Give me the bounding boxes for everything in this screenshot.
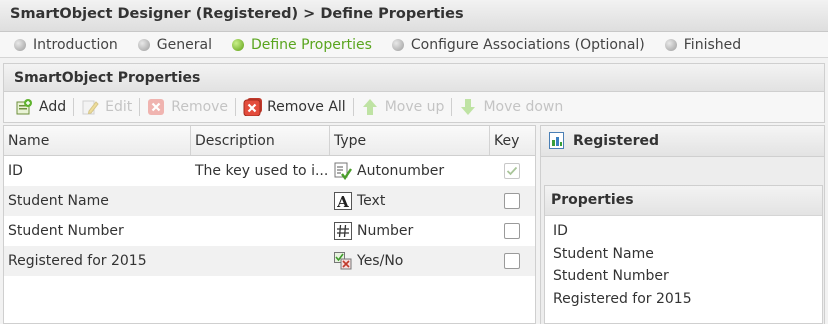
number-type-icon bbox=[334, 222, 352, 240]
cell-type: Number bbox=[330, 222, 490, 240]
step-define-properties[interactable]: Define Properties bbox=[231, 37, 372, 53]
cell-type: A Text bbox=[330, 192, 490, 210]
grid-header: Name Description Type Key bbox=[4, 126, 535, 156]
table-row[interactable]: Student Number Number bbox=[4, 216, 535, 246]
arrow-down-icon bbox=[459, 98, 477, 116]
cell-name: Registered for 2015 bbox=[8, 253, 147, 269]
properties-panel-title: Properties bbox=[545, 186, 822, 216]
wizard-steps: Introduction General Define Properties C… bbox=[0, 32, 828, 58]
side-panel-gap bbox=[540, 157, 825, 182]
step-status-icon bbox=[664, 38, 677, 51]
list-item: ID bbox=[553, 223, 568, 239]
svg-text:A: A bbox=[336, 193, 349, 210]
key-checkbox[interactable] bbox=[504, 253, 520, 269]
wizard-title: SmartObject Designer (Registered) > Defi… bbox=[0, 0, 828, 32]
cell-key bbox=[490, 193, 535, 209]
column-header-key[interactable]: Key bbox=[490, 126, 535, 155]
step-finished[interactable]: Finished bbox=[664, 37, 741, 53]
toolbar-separator bbox=[73, 98, 75, 116]
autonumber-icon bbox=[334, 162, 352, 180]
step-configure-associations[interactable]: Configure Associations (Optional) bbox=[391, 37, 645, 53]
panel-title: SmartObject Properties bbox=[3, 63, 825, 91]
cell-type: Autonumber bbox=[330, 162, 490, 180]
step-introduction[interactable]: Introduction bbox=[14, 37, 118, 53]
remove-all-button[interactable]: Remove All bbox=[238, 98, 351, 117]
step-status-icon bbox=[231, 38, 244, 51]
key-checkbox[interactable] bbox=[504, 223, 520, 239]
add-button[interactable]: Add bbox=[10, 98, 71, 116]
cell-description: The key used to i... bbox=[195, 163, 329, 179]
remove-all-icon bbox=[243, 98, 263, 117]
cell-type: Yes/No bbox=[330, 252, 490, 270]
remove-icon bbox=[147, 98, 165, 116]
edit-icon bbox=[81, 98, 99, 116]
step-general[interactable]: General bbox=[137, 37, 212, 53]
properties-grid: Name Description Type Key ID The key use… bbox=[3, 125, 536, 324]
cell-key bbox=[490, 163, 535, 179]
step-status-icon bbox=[137, 38, 150, 51]
list-item: Registered for 2015 bbox=[553, 290, 692, 307]
cell-key bbox=[490, 223, 535, 239]
toolbar-separator bbox=[235, 98, 237, 116]
smartobject-title: Registered bbox=[573, 133, 660, 149]
move-up-button[interactable]: Move up bbox=[356, 98, 450, 116]
add-icon bbox=[15, 98, 33, 116]
table-row[interactable]: ID The key used to i... Autonumber bbox=[4, 156, 535, 186]
cell-name: ID bbox=[8, 163, 23, 179]
list-item: Student Number bbox=[553, 268, 669, 284]
arrow-up-icon bbox=[361, 98, 379, 116]
properties-panel: Properties ID Student Name Student Numbe… bbox=[544, 185, 823, 324]
smartobject-panel-header: Registered bbox=[540, 125, 825, 157]
smartobject-icon bbox=[549, 132, 565, 150]
list-item: Student Name bbox=[553, 245, 654, 262]
table-row[interactable]: Student Name A Text bbox=[4, 186, 535, 216]
toolbar-separator bbox=[139, 98, 141, 116]
remove-button[interactable]: Remove bbox=[142, 98, 233, 116]
edit-button[interactable]: Edit bbox=[76, 98, 137, 116]
cell-name: Student Name bbox=[8, 193, 109, 209]
column-header-type[interactable]: Type bbox=[330, 126, 490, 155]
move-down-button[interactable]: Move down bbox=[454, 98, 568, 116]
toolbar-separator bbox=[451, 98, 453, 116]
cell-name: Student Number bbox=[8, 223, 124, 239]
key-checkbox[interactable] bbox=[504, 163, 520, 179]
yes-no-type-icon bbox=[334, 252, 352, 270]
step-status-icon bbox=[391, 38, 404, 51]
column-header-description[interactable]: Description bbox=[191, 126, 330, 155]
text-type-icon: A bbox=[334, 192, 352, 210]
toolbar: Add Edit Remove Remove All Move up Move … bbox=[3, 91, 825, 123]
properties-list: ID Student Name Student Number Registere… bbox=[545, 216, 822, 314]
table-row[interactable]: Registered for 2015 Yes/No bbox=[4, 246, 535, 276]
column-header-name[interactable]: Name bbox=[4, 126, 191, 155]
key-checkbox[interactable] bbox=[504, 193, 520, 209]
toolbar-separator bbox=[352, 98, 354, 116]
step-status-icon bbox=[14, 38, 26, 51]
cell-key bbox=[490, 253, 535, 269]
